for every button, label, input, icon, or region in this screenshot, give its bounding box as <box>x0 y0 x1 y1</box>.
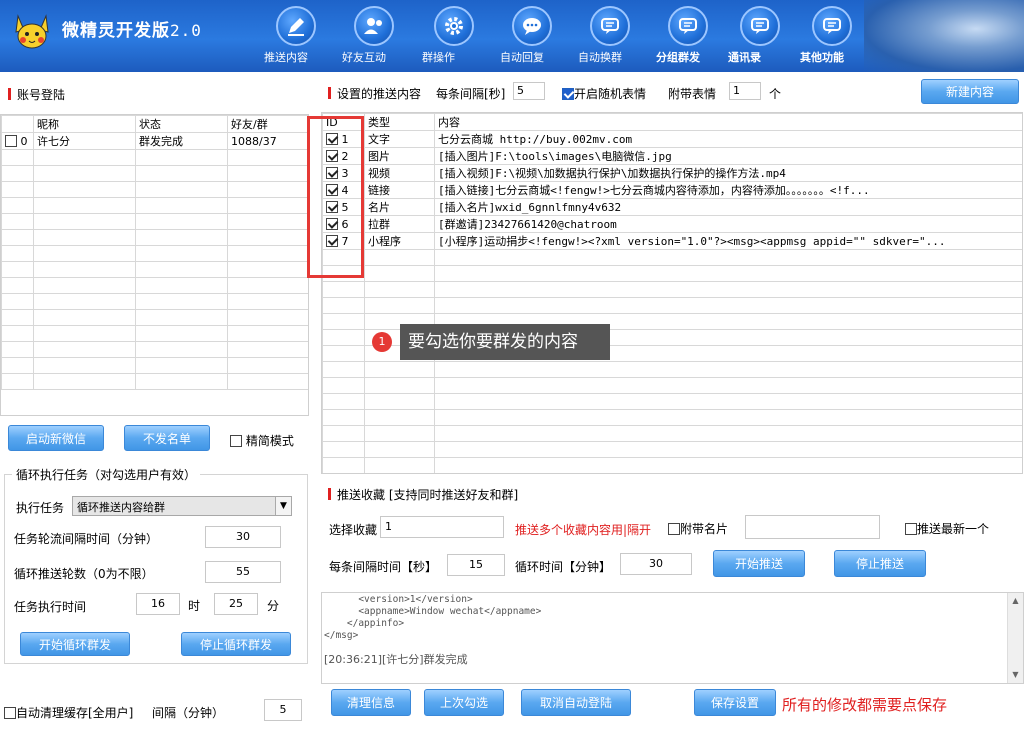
save-settings-button[interactable]: 保存设置 <box>694 689 776 716</box>
callout-tooltip: 要勾选你要群发的内容 <box>400 324 610 360</box>
minute-unit: 分 <box>267 599 280 613</box>
chat-icon <box>679 18 697 34</box>
auto-clean-interval-input[interactable]: 5 <box>264 699 302 721</box>
attach-card-input[interactable] <box>745 515 880 539</box>
table-row[interactable]: 3 视频 [插入视频]F:\视频\加数据执行保护\加数据执行保护的操作方法.mp4 <box>322 164 1022 182</box>
scroll-down-icon[interactable]: ▼ <box>1008 667 1023 683</box>
pen-icon <box>288 18 304 36</box>
chat-icon <box>601 18 619 34</box>
app-title: 微精灵开发版2.0 <box>62 21 202 41</box>
select-favorite-label: 选择收藏 <box>329 523 378 537</box>
attach-emoji-label: 附带表情 <box>668 87 717 101</box>
table-row[interactable]: 5 名片 [插入名片]wxid_6gnnlfmny4v632 <box>322 198 1022 216</box>
nav-group-ops[interactable]: 群操作 <box>422 6 486 68</box>
table-row[interactable]: 0 许七分 群发完成 1088/37 <box>1 132 308 150</box>
push-content-table[interactable]: ID 类型 内容 1 文字 七分云商城 http://buy.002mv.com 2… <box>321 112 1023 474</box>
new-content-button[interactable]: 新建内容 <box>921 79 1019 104</box>
auto-clean-toggle[interactable]: 自动清理缓存[全用户] <box>4 704 133 721</box>
task-select[interactable]: 循环推送内容给群 ▼ <box>72 496 292 516</box>
chat-icon <box>751 18 769 34</box>
rounds-label: 循环推送轮数（0为不限） <box>14 567 154 581</box>
nav-auto-reply[interactable]: 自动回复 <box>500 6 564 68</box>
table-row[interactable]: 2 图片 [插入图片]F:\tools\images\电脑微信.jpg <box>322 147 1022 165</box>
favorites-hint: 推送多个收藏内容用|隔开 <box>515 523 652 537</box>
attach-emoji-unit: 个 <box>769 87 782 101</box>
table-header-row: ID 类型 内容 <box>322 113 1022 131</box>
random-emoji-toggle[interactable]: 开启随机表情 <box>562 85 646 102</box>
fav-loop-input[interactable]: 30 <box>620 553 692 575</box>
task-label: 执行任务 <box>16 501 65 515</box>
push-interval-input[interactable]: 5 <box>513 82 545 100</box>
hour-unit: 时 <box>188 599 201 613</box>
column-header-type[interactable]: 类型 <box>364 113 435 131</box>
push-interval-label: 每条间隔[秒] <box>436 87 506 101</box>
nav-push-content[interactable]: 推送内容 <box>264 6 328 68</box>
stop-push-button[interactable]: 停止推送 <box>834 550 926 577</box>
attach-card-checkbox[interactable] <box>668 523 680 535</box>
start-push-button[interactable]: 开始推送 <box>713 550 805 577</box>
start-new-wechat-button[interactable]: 启动新微信 <box>8 425 104 451</box>
scroll-up-icon[interactable]: ▲ <box>1008 593 1023 609</box>
attach-emoji-input[interactable]: 1 <box>729 82 761 100</box>
cancel-auto-login-button[interactable]: 取消自动登陆 <box>521 689 631 716</box>
nav-auto-switch-group[interactable]: 自动换群 <box>578 6 642 68</box>
nav-friend-interact[interactable]: 好友互动 <box>342 6 406 68</box>
nav-other-functions[interactable]: 其他功能 <box>800 6 864 68</box>
save-note: 所有的修改都需要点保存 <box>782 696 948 714</box>
fav-interval-label: 每条间隔时间【秒】 <box>329 560 438 574</box>
exec-time-label: 任务执行时间 <box>14 600 87 614</box>
push-section-title: 设置的推送内容 <box>328 85 421 102</box>
hour-input[interactable]: 16 <box>136 593 180 615</box>
column-header-count[interactable]: 好友/群 <box>227 115 308 133</box>
title-bar: 微精灵开发版2.0 推送内容 好友互动 群操作 自动回复 自动换群 分组群发 通… <box>0 0 1024 72</box>
account-section-title: 账号登陆 <box>8 86 65 103</box>
column-header-nickname[interactable]: 昵称 <box>33 115 136 133</box>
log-area[interactable]: <version>1</version> <appname>Window wec… <box>321 592 1024 684</box>
table-header-row: 昵称 状态 好友/群 <box>1 115 308 133</box>
log-scrollbar[interactable]: ▲ ▼ <box>1007 593 1023 683</box>
fav-interval-input[interactable]: 15 <box>447 554 505 576</box>
compact-mode-checkbox[interactable] <box>230 435 242 447</box>
column-header-status[interactable]: 状态 <box>135 115 228 133</box>
fav-loop-label: 循环时间【分钟】 <box>515 560 612 574</box>
auto-clean-checkbox[interactable] <box>4 707 16 719</box>
log-content: <version>1</version> <appname>Window wec… <box>324 594 542 666</box>
push-latest-checkbox[interactable] <box>905 523 917 535</box>
users-icon <box>364 18 382 34</box>
table-row[interactable]: 1 文字 七分云商城 http://buy.002mv.com <box>322 130 1022 148</box>
table-row[interactable]: 4 链接 [插入链接]七分云商城<!fengw!>七分云商城内容待添加，内容待添加。… <box>322 181 1022 199</box>
attach-card-toggle[interactable]: 附带名片 <box>668 520 728 537</box>
account-table[interactable]: 昵称 状态 好友/群 0 许七分 群发完成 1088/37 <box>0 114 309 416</box>
interval-label: 任务轮流间隔时间（分钟） <box>14 532 159 546</box>
rounds-input[interactable]: 55 <box>205 561 281 583</box>
select-favorite-input[interactable]: 1 <box>380 516 504 538</box>
row-checkbox[interactable] <box>5 134 17 147</box>
chat-icon <box>523 18 541 35</box>
column-header-content[interactable]: 内容 <box>434 113 1022 131</box>
chat-icon <box>823 18 841 34</box>
random-emoji-checkbox[interactable] <box>562 88 574 100</box>
table-row[interactable]: 7 小程序 [小程序]运动捐步<!fengw!><?xml version="1.0… <box>322 232 1022 250</box>
highlight-box <box>307 116 364 278</box>
start-loop-button[interactable]: 开始循环群发 <box>20 632 130 656</box>
blacklist-button[interactable]: 不发名单 <box>124 425 210 451</box>
nav-group-broadcast[interactable]: 分组群发 <box>656 6 720 68</box>
app-logo <box>15 14 49 49</box>
gear-icon <box>445 17 463 35</box>
clear-info-button[interactable]: 清理信息 <box>331 689 411 716</box>
interval-input[interactable]: 30 <box>205 526 281 548</box>
callout-number-badge: 1 <box>372 332 392 352</box>
compact-mode-toggle[interactable]: 精简模式 <box>230 432 294 449</box>
auto-clean-interval-label: 间隔（分钟） <box>152 706 225 720</box>
chevron-down-icon[interactable]: ▼ <box>275 497 291 515</box>
loop-task-title: 循环执行任务（对勾选用户有效） <box>12 466 201 483</box>
favorites-section-title: 推送收藏 [支持同时推送好友和群] <box>328 486 518 503</box>
header-decoration <box>864 0 1024 72</box>
table-row[interactable]: 6 拉群 [群邀请]23427661420@chatroom <box>322 215 1022 233</box>
minute-input[interactable]: 25 <box>214 593 258 615</box>
last-selection-button[interactable]: 上次勾选 <box>424 689 504 716</box>
push-latest-toggle[interactable]: 推送最新一个 <box>905 520 989 537</box>
nav-contacts[interactable]: 通讯录 <box>728 6 792 68</box>
stop-loop-button[interactable]: 停止循环群发 <box>181 632 291 656</box>
